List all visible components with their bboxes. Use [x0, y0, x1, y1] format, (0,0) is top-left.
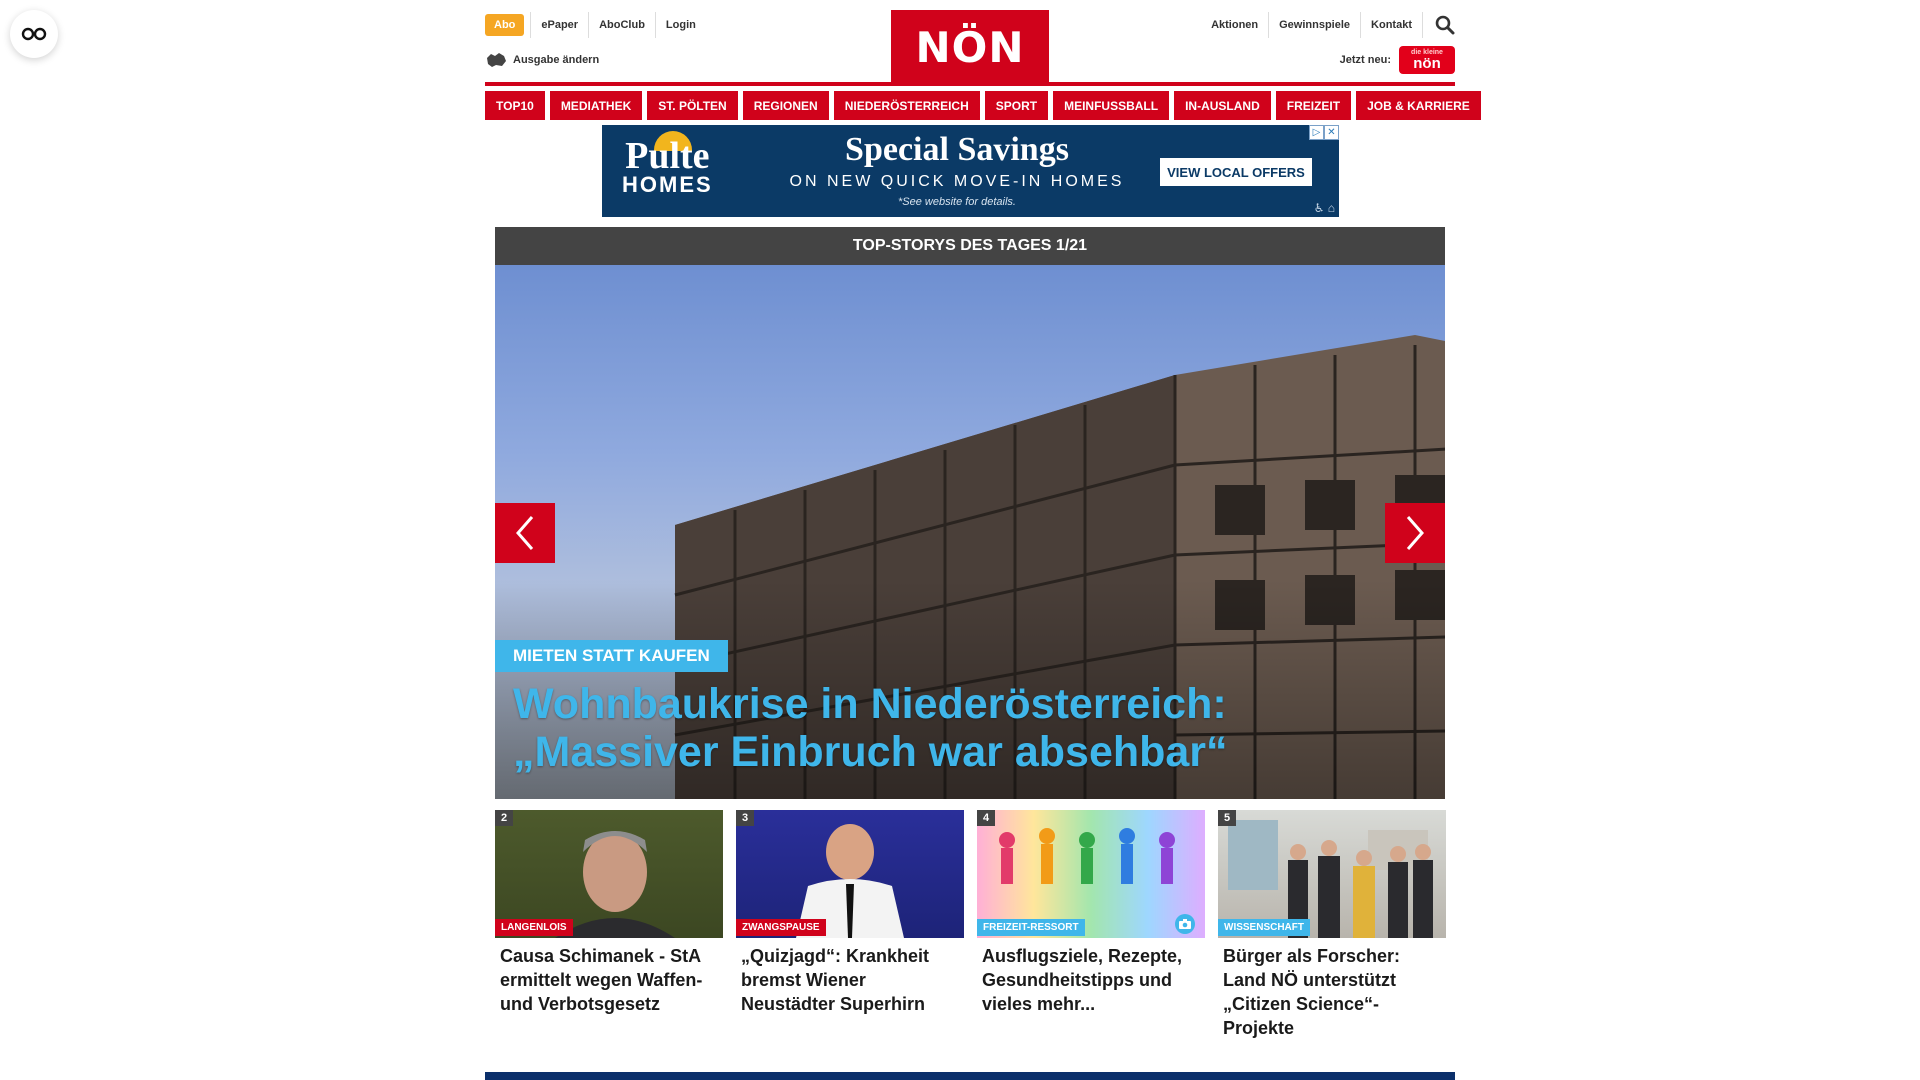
- chevron-left-icon: [516, 516, 534, 550]
- story-card-number: 5: [1218, 810, 1237, 826]
- badge-big-text: nön: [1413, 55, 1441, 72]
- edition-selector[interactable]: Ausgabe ändern: [485, 52, 599, 68]
- advertisement-banner[interactable]: Pulte HOMES Special Savings ON NEW QUICK…: [602, 125, 1339, 217]
- aktionen-link[interactable]: Aktionen: [1201, 12, 1270, 38]
- nav-item-meinfussball[interactable]: MEINFUSSBALL: [1053, 91, 1170, 120]
- site-header: Abo ePaper AboClub Login Ausgabe ändern …: [485, 0, 1455, 86]
- story-card-tag[interactable]: WISSENSCHAFT: [1218, 919, 1310, 936]
- header-divider: [485, 82, 1455, 86]
- story-card-title[interactable]: Bürger als Forscher: Land NÖ unterstützt…: [1218, 938, 1446, 1040]
- nav-item-in-ausland[interactable]: IN-AUSLAND: [1174, 91, 1271, 120]
- story-card[interactable]: 5 WISSENSCHAFT Bürger als Forscher: Land…: [1218, 810, 1446, 1040]
- slider-next-button[interactable]: [1385, 503, 1445, 563]
- ad-close-icon[interactable]: ✕: [1324, 125, 1339, 140]
- adchoices-icon[interactable]: ▷: [1309, 125, 1324, 140]
- jetzt-neu: Jetzt neu: die kleine nön: [1340, 46, 1455, 74]
- edition-label: Ausgabe ändern: [513, 54, 600, 66]
- slide-kicker[interactable]: MIETEN STATT KAUFEN: [495, 640, 728, 672]
- slide-image[interactable]: MIETEN STATT KAUFEN Wohnbaukrise in Nied…: [495, 265, 1445, 799]
- nav-item-top10[interactable]: TOP10: [485, 91, 545, 120]
- top-left-links: Abo ePaper AboClub Login: [485, 12, 706, 38]
- main-navigation: TOP10 MEDIATHEK ST. PÖLTEN REGIONEN NIED…: [485, 91, 1481, 120]
- ad-headline: Special Savings: [845, 131, 1069, 168]
- top-stories-slider: TOP-STORYS DES TAGES 1/21 MIETEN STATT K…: [495, 227, 1445, 799]
- gewinnspiele-link[interactable]: Gewinnspiele: [1269, 12, 1362, 38]
- nav-item-job-karriere[interactable]: JOB & KARRIERE: [1356, 91, 1481, 120]
- search-icon[interactable]: [1435, 15, 1455, 35]
- story-card-tag[interactable]: FREIZEIT-RESSORT: [977, 919, 1085, 936]
- story-card[interactable]: 4 FREIZEIT-RESSORT Ausflugsziele, Rezept…: [977, 810, 1205, 1040]
- accessibility-housing-icons: ♿ ⌂: [1313, 201, 1335, 215]
- nav-item-mediathek[interactable]: MEDIATHEK: [549, 91, 643, 120]
- story-card-title[interactable]: Causa Schimanek - StA ermittelt wegen Wa…: [495, 938, 723, 1016]
- aboclub-link[interactable]: AboClub: [588, 12, 655, 38]
- epaper-link[interactable]: ePaper: [530, 12, 588, 38]
- login-link[interactable]: Login: [654, 12, 706, 38]
- top-right-links: Aktionen Gewinnspiele Kontakt: [1201, 12, 1455, 38]
- noen-logo[interactable]: NÖN: [891, 10, 1049, 84]
- story-cards: 2 LANGENLOIS Causa Schimanek - StA ermit…: [495, 810, 1446, 1040]
- ad-note: *See website for details.: [897, 196, 1016, 208]
- chevron-right-icon: [1406, 516, 1424, 550]
- ad-cta-button[interactable]: VIEW LOCAL OFFERS: [1160, 158, 1312, 186]
- adchoices: ▷ ✕: [1309, 125, 1339, 140]
- story-card-image: 2 LANGENLOIS: [495, 810, 723, 938]
- slider-prev-button[interactable]: [495, 503, 555, 563]
- nav-item-st-poelten[interactable]: ST. PÖLTEN: [647, 91, 738, 120]
- story-card-title[interactable]: Ausflugsziele, Rezepte, Gesundheitstipps…: [977, 938, 1205, 1016]
- story-card-number: 2: [495, 810, 514, 826]
- pulte-logo: Pulte HOMES: [622, 135, 713, 197]
- story-card-image: 3 ZWANGSPAUSE: [736, 810, 964, 938]
- nav-item-freizeit[interactable]: FREIZEIT: [1275, 91, 1352, 120]
- nav-item-niederoesterreich[interactable]: NIEDERÖSTERREICH: [833, 91, 980, 120]
- story-card-tag[interactable]: LANGENLOIS: [495, 919, 573, 936]
- bottom-banner-strip: [485, 1072, 1455, 1080]
- kontakt-link[interactable]: Kontakt: [1361, 12, 1423, 38]
- story-card-tag[interactable]: ZWANGSPAUSE: [736, 919, 826, 936]
- story-card-image: 5 WISSENSCHAFT: [1218, 810, 1446, 938]
- glasses-icon: [21, 27, 47, 41]
- camera-icon: [1175, 914, 1195, 934]
- story-card[interactable]: 2 LANGENLOIS Causa Schimanek - StA ermit…: [495, 810, 723, 1040]
- pulte-logo-top: Pulte: [625, 135, 710, 177]
- story-card[interactable]: 3 ZWANGSPAUSE „Quizjagd“: Krankheit brem…: [736, 810, 964, 1040]
- story-card-image: 4 FREIZEIT-RESSORT: [977, 810, 1205, 938]
- page-wrapper: Abo ePaper AboClub Login Ausgabe ändern …: [485, 0, 1481, 1038]
- slider-header: TOP-STORYS DES TAGES 1/21: [495, 227, 1445, 265]
- accessibility-button[interactable]: [10, 10, 58, 58]
- nav-item-regionen[interactable]: REGIONEN: [742, 91, 829, 120]
- ad-headline-block: Special Savings ON NEW QUICK MOVE-IN HOM…: [752, 129, 1162, 211]
- lower-austria-map-icon: [487, 53, 506, 67]
- story-card-number: 3: [736, 810, 755, 826]
- jetzt-neu-label: Jetzt neu:: [1339, 54, 1391, 66]
- kleine-noen-badge[interactable]: die kleine nön: [1399, 46, 1455, 74]
- slide-title[interactable]: Wohnbaukrise in Niederösterreich: „Massi…: [513, 680, 1393, 776]
- ad-subline: ON NEW QUICK MOVE-IN HOMES: [789, 173, 1125, 190]
- nav-item-sport[interactable]: SPORT: [984, 91, 1049, 120]
- abo-button[interactable]: Abo: [485, 14, 525, 36]
- story-card-title[interactable]: „Quizjagd“: Krankheit bremst Wiener Neus…: [736, 938, 964, 1016]
- pulte-logo-bottom: HOMES: [622, 172, 713, 197]
- story-card-number: 4: [977, 810, 996, 826]
